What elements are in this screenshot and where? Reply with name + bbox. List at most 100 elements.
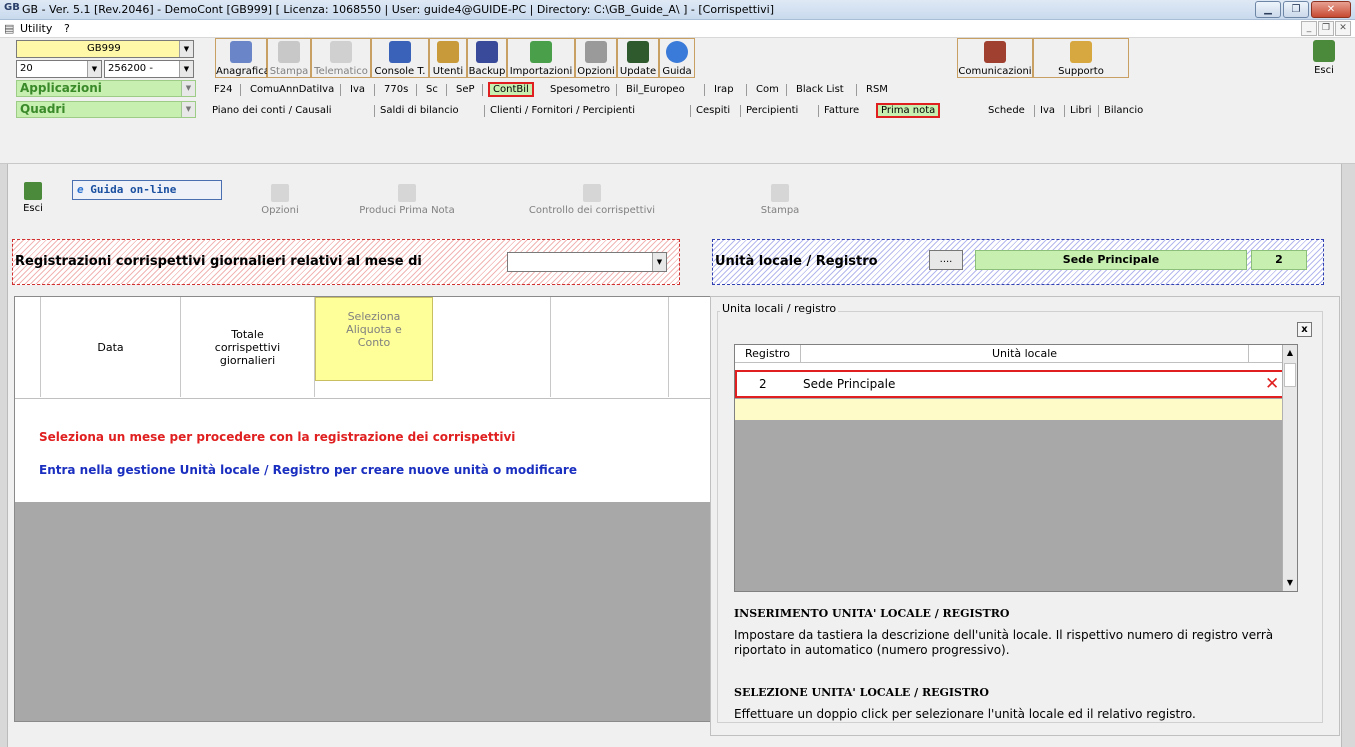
panel-title: Unita locali / registro xyxy=(720,302,839,315)
menu-help[interactable]: ? xyxy=(64,22,70,35)
menu-bar: ▤ Utility ? _ ❐ ✕ xyxy=(0,20,1355,38)
app-iva[interactable]: Iva xyxy=(350,84,365,95)
quadro-saldi-di-bilancio[interactable]: Saldi di bilancio xyxy=(380,105,459,116)
controllo-corrispettivi-button[interactable]: Controllo dei corrispettivi xyxy=(508,184,676,216)
unit-info-message: Entra nella gestione Unità locale / Regi… xyxy=(39,463,577,477)
app-irap[interactable]: Irap xyxy=(714,84,734,95)
update-button[interactable]: Update xyxy=(617,38,659,78)
app-f24[interactable]: F24 xyxy=(214,84,232,95)
importazioni-button[interactable]: Importazioni xyxy=(507,38,575,78)
title-bar: GB GB - Ver. 5.1 [Rev.2046] - DemoCont [… xyxy=(0,0,1355,20)
panel-close-button[interactable]: x xyxy=(1297,322,1312,337)
header-totale: Totale corrispettivi giornalieri xyxy=(181,297,315,397)
app-770s[interactable]: 770s xyxy=(384,84,408,95)
menu-icon: ▤ xyxy=(4,22,15,35)
stampa-action-button[interactable]: Stampa xyxy=(740,184,820,216)
scroll-down-icon[interactable]: ▼ xyxy=(1283,575,1297,591)
quadro-fatture[interactable]: Fatture xyxy=(824,105,859,116)
new-unita-row[interactable] xyxy=(735,399,1283,420)
opzioni-button[interactable]: Opzioni xyxy=(575,38,617,78)
anagrafica-button[interactable]: Anagrafica xyxy=(215,38,270,78)
selezione-heading: SELEZIONE UNITA' LOCALE / REGISTRO xyxy=(734,686,989,699)
chevron-down-icon: ▼ xyxy=(179,61,193,77)
selezione-text: Effettuare un doppio click per seleziona… xyxy=(734,707,1196,721)
utenti-button[interactable]: Utenti xyxy=(429,38,467,78)
row-registro: 2 xyxy=(759,377,767,391)
app-com[interactable]: Com xyxy=(756,84,779,95)
inserimento-heading: INSERIMENTO UNITA' LOCALE / REGISTRO xyxy=(734,607,1010,620)
supporto-button[interactable]: Supporto xyxy=(1033,38,1129,78)
console-button[interactable]: Console T. xyxy=(371,38,429,78)
quadro-clienti-fornitori[interactable]: Clienti / Fornitori / Percipienti xyxy=(490,105,635,116)
account-select[interactable]: 256200 - ▼ xyxy=(104,60,194,78)
header-data: Data xyxy=(41,297,181,397)
quadro-piano-dei-conti[interactable]: Piano dei conti / Causali xyxy=(212,105,332,116)
quadro-bilancio[interactable]: Bilancio xyxy=(1104,105,1143,116)
close-window-button[interactable]: ✕ xyxy=(1311,1,1351,18)
month-select[interactable]: ▼ xyxy=(507,252,667,272)
vertical-scrollbar[interactable]: ▲ ▼ xyxy=(1282,345,1297,591)
printer-icon xyxy=(771,184,789,202)
company-select[interactable]: GB999 ▼ xyxy=(16,40,194,58)
quadro-percipienti[interactable]: Percipienti xyxy=(746,105,798,116)
delete-icon[interactable]: ✕ xyxy=(1265,374,1279,394)
inserimento-text: Impostare da tastiera la descrizione del… xyxy=(734,628,1274,657)
app-sep[interactable]: SeP xyxy=(456,84,475,95)
menu-utility[interactable]: Utility xyxy=(20,22,52,35)
telematico-button[interactable]: Telematico xyxy=(311,38,371,78)
toolbar: GB999 ▼ 20 ▼ 256200 - ▼ Anagrafica Stamp… xyxy=(0,38,1355,164)
chevron-down-icon: ▼ xyxy=(87,61,101,77)
comunicazioni-button[interactable]: Comunicazioni xyxy=(957,38,1033,78)
quadro-schede[interactable]: Schede xyxy=(988,105,1025,116)
scroll-up-icon[interactable]: ▲ xyxy=(1283,345,1297,361)
app-black-list[interactable]: Black List xyxy=(796,84,844,95)
window-title: GB - Ver. 5.1 [Rev.2046] - DemoCont [GB9… xyxy=(22,3,775,16)
users-icon xyxy=(437,41,459,63)
app-icon: GB xyxy=(4,2,20,13)
mdi-restore-button[interactable]: ❐ xyxy=(1318,21,1334,36)
opzioni-action-button[interactable]: Opzioni xyxy=(255,184,305,216)
communications-icon xyxy=(984,41,1006,63)
year-select[interactable]: 20 ▼ xyxy=(16,60,102,78)
seleziona-aliquota-button[interactable]: Seleziona Aliquota e Conto xyxy=(315,297,433,381)
tools-icon xyxy=(585,41,607,63)
quadri-select[interactable]: Quadri ▼ xyxy=(16,101,196,118)
app-contbil[interactable]: ContBil xyxy=(488,82,534,97)
exit-form-button[interactable]: Esci xyxy=(18,182,48,214)
app-bil-europeo[interactable]: Bil_Europeo xyxy=(626,84,685,95)
scroll-thumb[interactable] xyxy=(1284,363,1296,387)
guida-button[interactable]: Guida xyxy=(659,38,695,78)
guida-online-button[interactable]: e Guida on-line xyxy=(72,180,222,200)
telematic-icon xyxy=(330,41,352,63)
app-sc[interactable]: Sc xyxy=(426,84,438,95)
minimize-button[interactable]: ▁ xyxy=(1255,1,1281,18)
grid-message-area: Seleziona un mese per procedere con la r… xyxy=(15,399,715,502)
month-label: Registrazioni corrispettivi giornalieri … xyxy=(15,254,422,269)
maximize-button[interactable]: ❐ xyxy=(1283,1,1309,18)
produci-prima-nota-button[interactable]: Produci Prima Nota xyxy=(342,184,472,216)
quadro-cespiti[interactable]: Cespiti xyxy=(696,105,730,116)
grid-header: Data Totale corrispettivi giornalieri Se… xyxy=(15,297,715,399)
quadro-iva[interactable]: Iva xyxy=(1040,105,1055,116)
unit-number-field: 2 xyxy=(1251,250,1307,270)
app-spesometro[interactable]: Spesometro xyxy=(550,84,610,95)
unita-row[interactable]: 2 Sede Principale ✕ xyxy=(735,370,1285,398)
quadro-prima-nota[interactable]: Prima nota xyxy=(876,103,941,118)
stampa-button[interactable]: Stampa xyxy=(267,38,311,78)
backup-button[interactable]: Backup xyxy=(467,38,507,78)
exit-toolbar-button[interactable]: Esci xyxy=(1310,38,1338,78)
month-warning-message: Seleziona un mese per procedere con la r… xyxy=(39,430,516,444)
app-comuanndatiiva[interactable]: ComuAnnDatiIva xyxy=(250,84,334,95)
applicazioni-select[interactable]: Applicazioni ▼ xyxy=(16,80,196,97)
quadro-libri[interactable]: Libri xyxy=(1070,105,1092,116)
exit-icon xyxy=(24,182,42,200)
app-rsm[interactable]: RSM xyxy=(866,84,888,95)
mdi-minimize-button[interactable]: _ xyxy=(1301,21,1317,36)
import-icon xyxy=(530,41,552,63)
unit-browse-button[interactable]: .... xyxy=(929,250,963,270)
mdi-close-button[interactable]: ✕ xyxy=(1335,21,1351,36)
journal-icon xyxy=(398,184,416,202)
month-panel: Registrazioni corrispettivi giornalieri … xyxy=(12,239,680,285)
chevron-down-icon: ▼ xyxy=(181,81,195,96)
header-unita-locale: Unità locale xyxy=(801,345,1249,363)
